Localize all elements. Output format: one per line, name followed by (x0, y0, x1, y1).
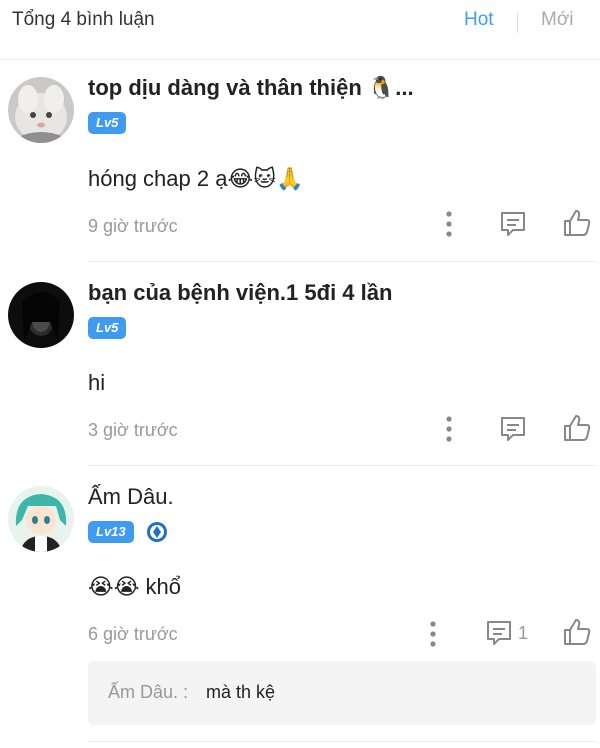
thumbs-up-icon[interactable] (562, 413, 592, 443)
username[interactable]: Ấm Dâu. (88, 484, 174, 510)
reply-count: 1 (518, 623, 529, 643)
username[interactable]: bạn của bệnh viện.1 5đi 4 lần (88, 280, 392, 306)
level-badge: Lv5 (88, 112, 127, 134)
sort-separator (517, 13, 518, 33)
blue-shield-icon (146, 521, 168, 543)
comment-text: 😭😭 khổ (88, 574, 181, 599)
timestamp: 3 giờ trước (88, 420, 178, 440)
username[interactable]: top dịu dàng và thân thiện 🐧... (88, 75, 414, 101)
level-badge: Lv13 (88, 521, 134, 543)
reply-author[interactable]: Ấm Dâu. : (108, 682, 188, 703)
more-vertical-icon[interactable] (424, 620, 442, 648)
comment-count-label: Tổng 4 bình luận (12, 9, 155, 30)
comment-text: hóng chap 2 ạ😂🐱🙏 (88, 166, 304, 191)
more-vertical-icon[interactable] (440, 415, 458, 443)
comment-icon[interactable] (498, 414, 528, 444)
avatar[interactable] (8, 77, 74, 143)
sort-new-tab[interactable]: Mới (541, 9, 574, 31)
comment-divider (88, 741, 596, 742)
comment-icon[interactable] (484, 618, 514, 648)
timestamp: 6 giờ trước (88, 624, 178, 644)
thumbs-up-icon[interactable] (562, 208, 592, 238)
more-vertical-icon[interactable] (440, 210, 458, 238)
sort-hot-tab[interactable]: Hot (464, 9, 494, 31)
avatar[interactable] (8, 282, 74, 348)
reply-text: mà th kệ (206, 682, 276, 702)
level-badge: Lv5 (88, 317, 127, 339)
comment-divider (88, 465, 596, 466)
comment-text: hi (88, 370, 106, 395)
comment-icon[interactable] (498, 209, 528, 239)
avatar[interactable] (8, 486, 74, 552)
comment-divider (88, 261, 596, 262)
timestamp: 9 giờ trước (88, 216, 178, 236)
reply-preview[interactable]: Ấm Dâu. : mà th kệ (88, 661, 596, 725)
thumbs-up-icon[interactable] (562, 617, 592, 647)
comments-header: Tổng 4 bình luận Hot Mới (0, 0, 600, 44)
divider (0, 59, 600, 60)
